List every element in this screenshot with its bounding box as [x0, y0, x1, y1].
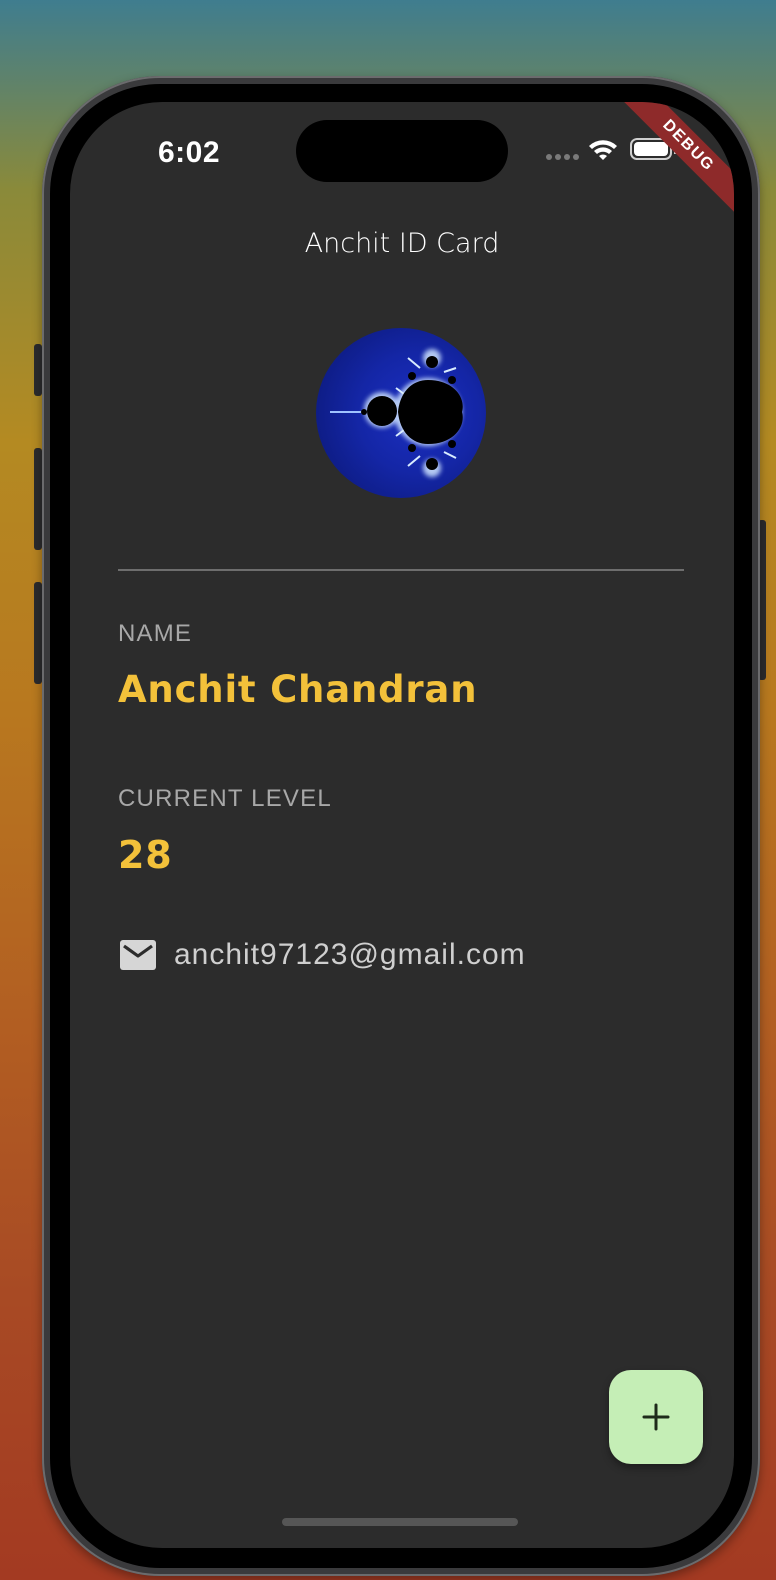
current-level-label: CURRENT LEVEL	[118, 785, 332, 812]
name-value: Anchit Chandran	[118, 668, 478, 711]
action-button	[34, 344, 42, 396]
mandelbrot-image	[330, 349, 463, 477]
plus-icon	[642, 1403, 670, 1431]
divider	[118, 569, 684, 571]
mail-icon	[120, 940, 156, 970]
volume-down-button	[34, 582, 42, 684]
app-screen: 6:02 DEBUG Anchit ID Card NAME Anchit Ch…	[70, 102, 734, 1548]
name-label: NAME	[118, 620, 193, 647]
volume-up-button	[34, 448, 42, 550]
home-indicator[interactable]	[282, 1518, 518, 1526]
email-row: anchit97123@gmail.com	[118, 938, 526, 972]
dynamic-island	[296, 120, 508, 182]
wifi-icon	[589, 140, 617, 160]
current-level-value: 28	[118, 833, 173, 877]
add-button[interactable]	[609, 1370, 703, 1464]
status-time: 6:02	[158, 136, 221, 169]
cellular-signal-icon	[546, 154, 579, 160]
avatar	[316, 328, 486, 498]
app-bar-title: Anchit ID Card	[304, 228, 500, 259]
email-text: anchit97123@gmail.com	[174, 938, 526, 971]
